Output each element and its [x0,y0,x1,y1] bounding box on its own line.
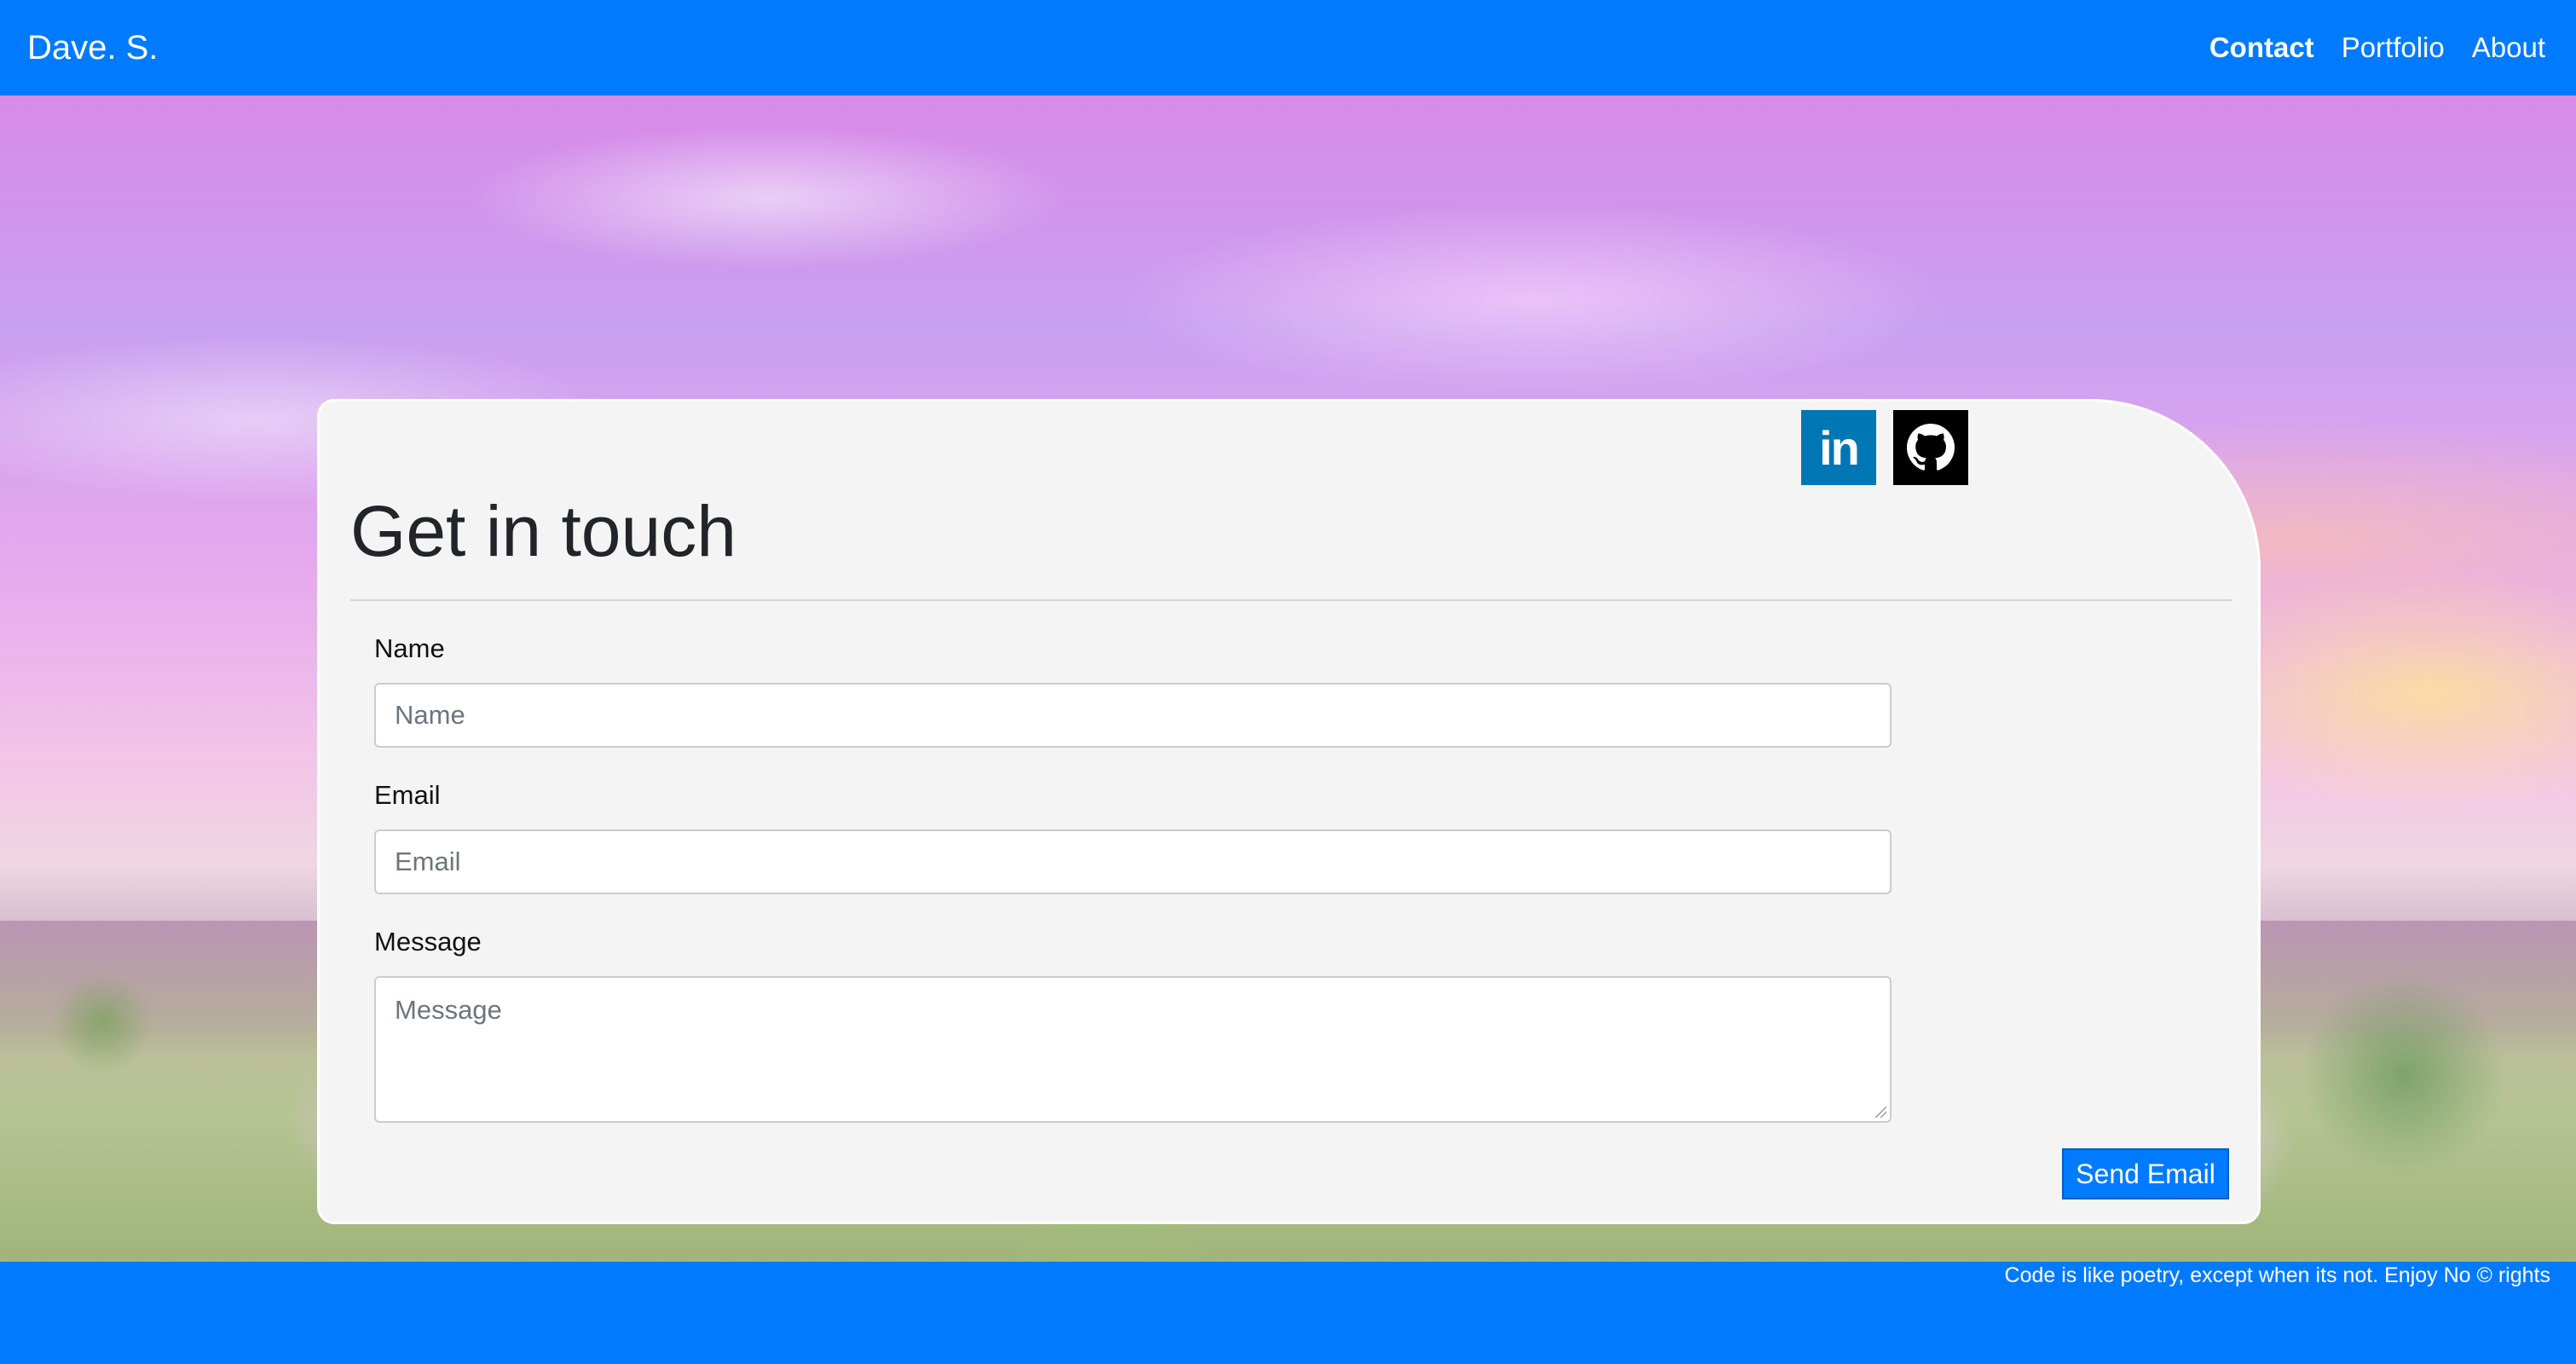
contact-card: in Get in touch Name Name Email Email Me… [317,399,2261,1224]
email-input[interactable]: Email [374,829,1892,894]
nav-links: Contact Portfolio About [2182,32,2545,64]
footer-text: Code is like poetry, except when its not… [2004,1263,2550,1287]
nav-link-about[interactable]: About [2472,32,2545,64]
nav-link-portfolio[interactable]: Portfolio [2342,32,2445,64]
name-input[interactable]: Name [374,683,1892,748]
github-link[interactable] [1893,410,1968,485]
resize-handle[interactable] [1874,1106,1886,1118]
divider [350,599,2232,601]
nav-link-contact[interactable]: Contact [2209,32,2314,64]
send-email-button[interactable]: Send Email [2062,1148,2229,1199]
background-image: in Get in touch Name Name Email Email Me… [0,95,2576,1262]
top-navbar: Dave. S. Contact Portfolio About [0,0,2576,95]
linkedin-link[interactable]: in [1801,410,1876,485]
message-textarea[interactable]: Message [374,976,1892,1123]
linkedin-icon: in [1819,420,1860,475]
page-title: Get in touch [350,491,736,571]
social-links: in [1801,410,1985,485]
message-placeholder: Message [395,995,502,1025]
message-label: Message [374,927,482,957]
footer: Code is like poetry, except when its not… [0,1262,2576,1364]
email-label: Email [374,780,441,810]
brand-link[interactable]: Dave. S. [27,29,158,67]
name-label: Name [374,633,445,663]
github-icon [1907,424,1955,471]
